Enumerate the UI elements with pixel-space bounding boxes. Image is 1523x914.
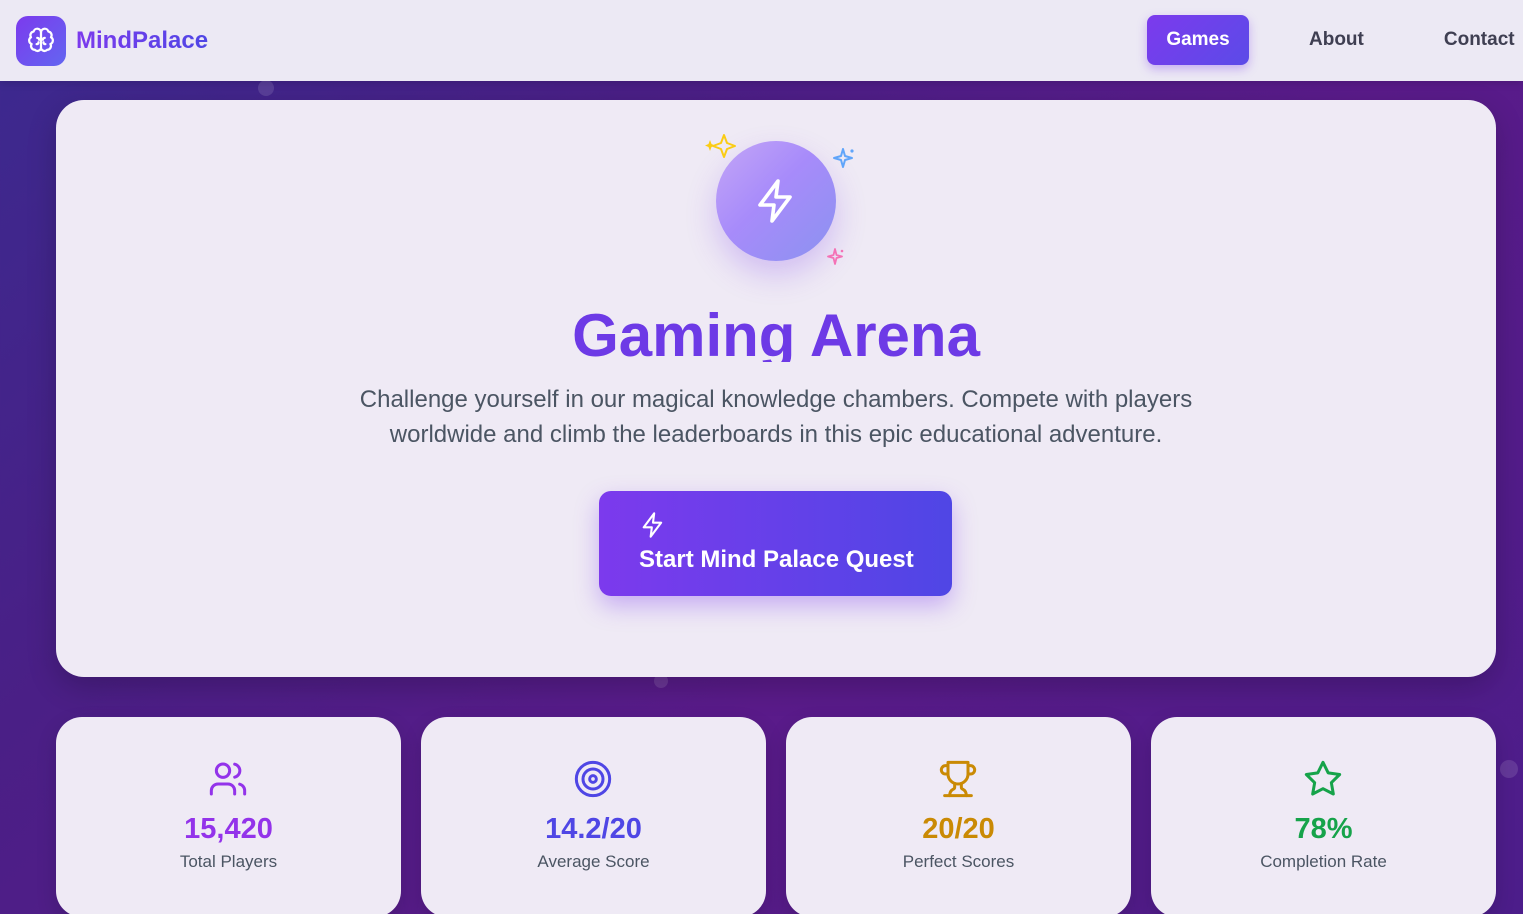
stat-value: 78%: [1294, 813, 1353, 845]
stat-card-average-score: 14.2/20 Average Score: [421, 717, 766, 914]
hero-card: Gaming Arena Challenge yourself in our m…: [56, 100, 1496, 677]
brand-name: MindPalace: [76, 26, 209, 54]
stat-label: Completion Rate: [1260, 852, 1387, 871]
star-icon: [1304, 760, 1342, 796]
nav-links: Games About Contact: [1147, 15, 1515, 65]
hero-description: Challenge yourself in our magical knowle…: [359, 386, 1193, 448]
navbar: MindPalace Games About Contact: [0, 0, 1523, 81]
stat-card-completion-rate: 78% Completion Rate: [1151, 717, 1496, 914]
target-icon: [574, 760, 612, 798]
lightning-icon: [642, 512, 663, 538]
brand[interactable]: MindPalace: [16, 15, 209, 66]
stat-value: 14.2/20: [545, 813, 642, 845]
sparkle-pink-icon: [827, 248, 844, 265]
stat-card-perfect-scores: 20/20 Perfect Scores: [786, 717, 1131, 914]
background-dot: [1500, 760, 1518, 778]
stat-label: Perfect Scores: [902, 852, 1015, 871]
nav-contact-link[interactable]: Contact: [1444, 15, 1515, 65]
lightning-icon: [758, 179, 792, 223]
nav-games-link[interactable]: Games: [1147, 15, 1249, 65]
brain-icon: [16, 15, 66, 66]
stat-label: Total Players: [179, 852, 278, 871]
hero-title: Gaming Arena: [572, 302, 980, 362]
stat-value: 15,420: [184, 813, 273, 845]
users-icon: [209, 762, 247, 796]
stat-value: 20/20: [922, 813, 995, 845]
hero-orb: [705, 134, 854, 265]
background-dot: [258, 80, 274, 96]
stat-card-total-players: 15,420 Total Players: [56, 717, 401, 914]
trophy-icon: [939, 760, 977, 798]
start-quest-label: Start Mind Palace Quest: [639, 546, 914, 573]
nav-about-link[interactable]: About: [1309, 15, 1364, 65]
stat-label: Average Score: [537, 852, 650, 871]
sparkle-blue-icon: [833, 148, 854, 168]
sparkle-yellow-icon: [705, 134, 736, 158]
start-quest-button[interactable]: Start Mind Palace Quest: [599, 491, 952, 596]
